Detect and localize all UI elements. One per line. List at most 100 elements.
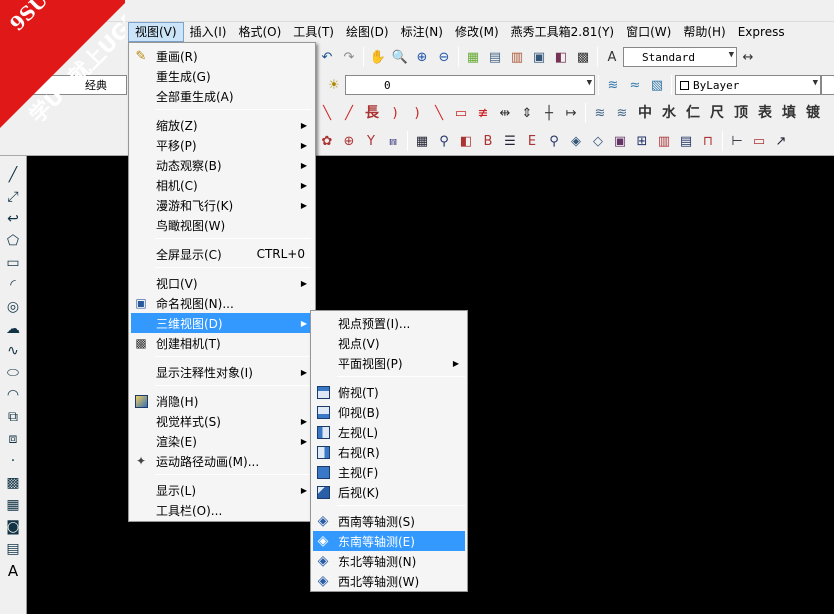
submenu-front-view[interactable]: 主视(F) [313, 462, 465, 482]
table-tool-button[interactable]: 表 [754, 103, 776, 123]
fill-tool-button[interactable]: 填 [778, 103, 800, 123]
submenu-sw-isometric[interactable]: ◈ 西南等轴测(S) [313, 511, 465, 531]
submenu-back-view[interactable]: 后视(K) [313, 482, 465, 502]
dim-style-icon[interactable]: ↔ [738, 47, 758, 67]
view-menu-redraw[interactable]: ✎ 重画(R) [131, 46, 313, 66]
submenu-viewpoint-presets[interactable]: 视点预置(I)... [313, 313, 465, 333]
submenu-viewpoint[interactable]: 视点(V) [313, 333, 465, 353]
menu-tools[interactable]: 工具(T) [287, 22, 340, 42]
layer-tool-2-icon[interactable]: ≋ [612, 103, 632, 123]
break-icon[interactable]: ⇹ [495, 103, 515, 123]
view-menu-toolbars[interactable]: 工具栏(O)... [131, 500, 313, 520]
construction-line-icon[interactable]: ⤢ [2, 186, 24, 208]
image-tool-icon[interactable]: ▣ [610, 131, 630, 151]
line-draw-icon[interactable]: ╱ [2, 164, 24, 186]
submenu-top-view[interactable]: 俯视(T) [313, 382, 465, 402]
rectangle-tool-icon[interactable]: ▭ [451, 103, 471, 123]
ejector-tool-button[interactable]: 顶 [730, 103, 752, 123]
view-menu-walk-fly[interactable]: 漫游和飞行(K) ▶ [131, 195, 313, 215]
menu-view[interactable]: 视图(V) [128, 22, 184, 42]
hatch-tool-icon[interactable]: ≢ [473, 103, 493, 123]
point-icon[interactable]: · [2, 450, 24, 472]
menu-draw[interactable]: 绘图(D) [340, 22, 395, 42]
submenu-se-isometric[interactable]: ◈ 东南等轴测(E) [313, 531, 465, 551]
submenu-ne-isometric[interactable]: ◈ 东北等轴测(N) [313, 551, 465, 571]
length-tool-icon[interactable]: 長 [361, 103, 383, 123]
menu-insert[interactable]: 插入(I) [184, 22, 233, 42]
dim-baseline-icon[interactable]: ⊢ [727, 131, 747, 151]
insert-block-icon[interactable]: ⧉ [2, 406, 24, 428]
wall-tool-icon[interactable]: ▥ [654, 131, 674, 151]
polygon-icon[interactable]: ⬠ [2, 230, 24, 252]
frame-tool-icon[interactable]: ⊞ [632, 131, 652, 151]
dim-arrow-icon[interactable]: ↗ [771, 131, 791, 151]
markup-icon[interactable]: ◧ [551, 47, 571, 67]
menu-dimension[interactable]: 标注(N) [395, 22, 449, 42]
zoom-window-icon[interactable]: ⊕ [412, 47, 432, 67]
submenu-bottom-view[interactable]: 仰视(B) [313, 402, 465, 422]
ren-tool-button[interactable]: 仁 [682, 103, 704, 123]
spline-icon[interactable]: ∿ [2, 340, 24, 362]
view-menu-regen[interactable]: 重生成(G) [131, 66, 313, 86]
gate-icon[interactable]: ⩎ [383, 131, 403, 151]
target-icon[interactable]: ⊕ [339, 131, 359, 151]
layer-previous-icon[interactable]: ≈ [625, 75, 645, 95]
ellipse-arc-icon[interactable]: ◠ [2, 384, 24, 406]
sheet-tool-icon[interactable]: ▤ [676, 131, 696, 151]
layer-manager-icon[interactable]: ▧ [647, 75, 667, 95]
revision-cloud-icon[interactable]: ☁ [2, 318, 24, 340]
hatch-icon[interactable]: ▩ [2, 472, 24, 494]
menu-express[interactable]: Express [732, 22, 791, 42]
text-box-icon[interactable]: E [522, 131, 542, 151]
water-mark-button[interactable]: 水 [658, 103, 680, 123]
menu-help[interactable]: 帮助(H) [677, 22, 731, 42]
dimension-tool-button[interactable]: 尺 [706, 103, 728, 123]
offset-icon[interactable]: ) [407, 103, 427, 123]
view-menu-hide[interactable]: 消隐(H) [131, 391, 313, 411]
arc-icon[interactable]: ◜ [2, 274, 24, 296]
view-menu-pan[interactable]: 平移(P) ▶ [131, 135, 313, 155]
undo-icon[interactable]: ↶ [317, 47, 337, 67]
pan-realtime-icon[interactable]: ✋ [368, 47, 388, 67]
region-icon[interactable]: ◙ [2, 516, 24, 538]
redo-icon[interactable]: ↷ [339, 47, 359, 67]
linetype-combo[interactable] [821, 75, 834, 95]
view-menu-visual-styles[interactable]: 视觉样式(S) ▶ [131, 411, 313, 431]
rectangle-icon[interactable]: ▭ [2, 252, 24, 274]
layer-combo[interactable]: 0 ▼ [345, 75, 595, 95]
find-icon[interactable]: ⚲ [544, 131, 564, 151]
join-icon[interactable]: ┼ [539, 103, 559, 123]
block-icon[interactable]: ◧ [456, 131, 476, 151]
arc-tool-icon[interactable]: ) [385, 103, 405, 123]
submenu-right-view[interactable]: 右视(R) [313, 442, 465, 462]
make-block-icon[interactable]: ⧈ [2, 428, 24, 450]
menu-window[interactable]: 窗口(W) [620, 22, 677, 42]
submenu-plan-view[interactable]: 平面视图(P) ▶ [313, 353, 465, 373]
view-menu-regen-all[interactable]: 全部重生成(A) [131, 86, 313, 106]
view-menu-orbit[interactable]: 动态观察(B) ▶ [131, 155, 313, 175]
grid-table-icon[interactable]: ▦ [412, 131, 432, 151]
view-menu-motion-path[interactable]: ✦ 运动路径动画(M)... [131, 451, 313, 471]
make-current-layer-icon[interactable]: ≋ [603, 75, 623, 95]
zoom-realtime-icon[interactable]: 🔍 [390, 47, 410, 67]
submenu-left-view[interactable]: 左视(L) [313, 422, 465, 442]
plating-tool-button[interactable]: 镀 [802, 103, 824, 123]
cube-tool-icon[interactable]: ◈ [566, 131, 586, 151]
tool-palettes-icon[interactable]: ▥ [507, 47, 527, 67]
color-combo[interactable]: ByLayer ▼ [675, 75, 821, 95]
menu-yanxiu-toolbox[interactable]: 燕秀工具箱2.81(Y) [505, 22, 620, 42]
xline-icon[interactable]: ╱ [339, 103, 359, 123]
workspace-combo[interactable]: 经典 [2, 75, 127, 95]
bom-icon[interactable]: B [478, 131, 498, 151]
circle-icon[interactable]: ◎ [2, 296, 24, 318]
arc-frame-icon[interactable]: ⊓ [698, 131, 718, 151]
menu-modify[interactable]: 修改(M) [449, 22, 505, 42]
funnel-icon[interactable]: Y [361, 131, 381, 151]
inquiry-icon[interactable]: ⚲ [434, 131, 454, 151]
submenu-nw-isometric[interactable]: ◈ 西北等轴测(W) [313, 571, 465, 591]
view-menu-display[interactable]: 显示(L) ▶ [131, 480, 313, 500]
text-style-combo[interactable]: Standard ▼ [623, 47, 737, 67]
gradient-icon[interactable]: ▦ [2, 494, 24, 516]
polyline-icon[interactable]: ↩ [2, 208, 24, 230]
split-icon[interactable]: ⇕ [517, 103, 537, 123]
